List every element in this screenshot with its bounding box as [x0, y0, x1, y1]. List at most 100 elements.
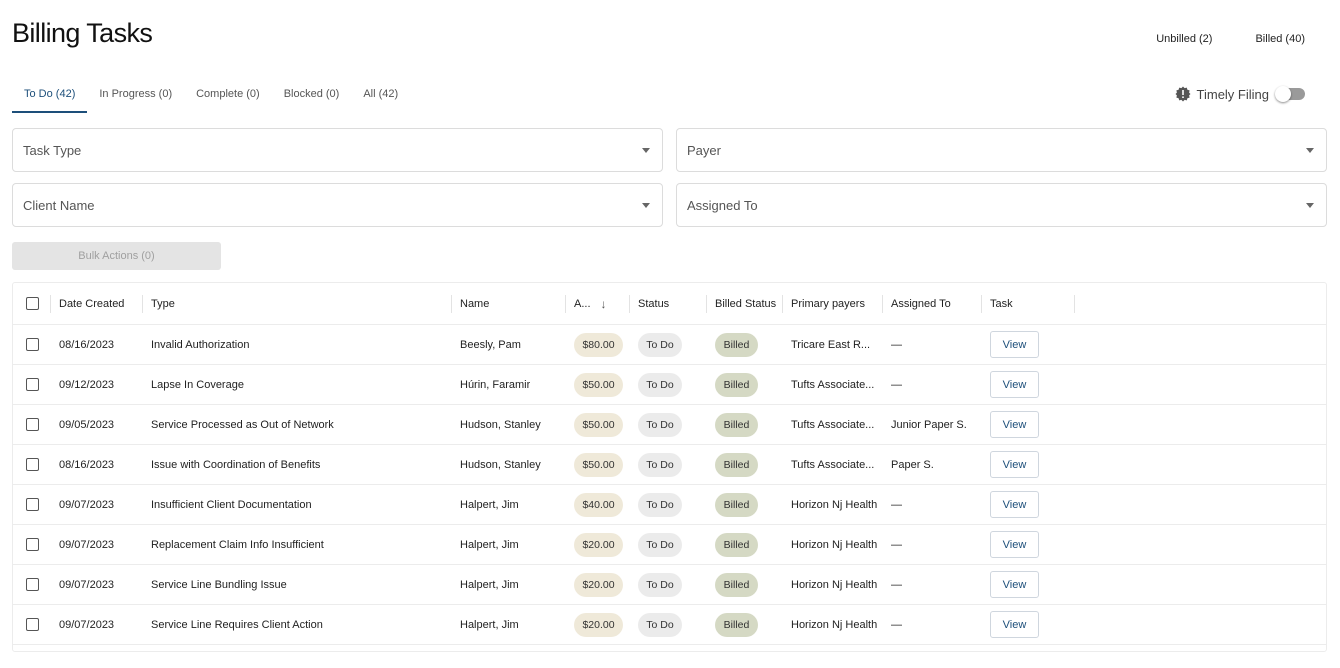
- table-row[interactable]: 09/12/2023 Lapse In Coverage Húrin, Fara…: [13, 365, 1326, 405]
- billed-status-badge: Billed: [715, 492, 758, 517]
- timely-filing: Timely Filing: [1175, 86, 1305, 102]
- billed-status-badge: Billed: [715, 532, 758, 557]
- tab-complete[interactable]: Complete (0): [184, 82, 272, 113]
- bulk-actions-button[interactable]: Bulk Actions (0): [12, 242, 221, 270]
- billing-tasks-table: Date Created Type Name A... ↓ Status Bil…: [12, 282, 1327, 652]
- assigned-to: Junior Paper S.: [891, 418, 967, 431]
- row-checkbox[interactable]: [26, 418, 39, 431]
- client-name: Halpert, Jim: [460, 578, 519, 591]
- table-row[interactable]: 09/05/2023 Service Processed as Out of N…: [13, 405, 1326, 445]
- status-badge: To Do: [638, 372, 682, 397]
- chevron-down-icon: [642, 148, 650, 153]
- view-button[interactable]: View: [990, 491, 1039, 518]
- gear-alert-icon: [1175, 86, 1191, 102]
- task-type: Lapse In Coverage: [151, 378, 244, 391]
- tab-billed[interactable]: Billed (40): [1255, 33, 1305, 45]
- payer-select[interactable]: Payer: [676, 128, 1327, 172]
- table-row[interactable]: 08/16/2023 Invalid Authorization Beesly,…: [13, 325, 1326, 365]
- date-created: 08/16/2023: [59, 458, 115, 471]
- billing-top-tabs: Unbilled (2) Billed (40): [1156, 33, 1305, 45]
- status-tabs: To Do (42) In Progress (0) Complete (0) …: [12, 82, 410, 113]
- column-date-created[interactable]: Date Created: [59, 283, 124, 324]
- assigned-to: —: [891, 498, 902, 511]
- primary-payer: Horizon Nj Health: [791, 578, 878, 591]
- tab-unbilled[interactable]: Unbilled (2): [1156, 33, 1212, 45]
- billed-status-badge: Billed: [715, 612, 758, 637]
- billed-status-badge: Billed: [715, 332, 758, 357]
- status-badge: To Do: [638, 532, 682, 557]
- status-badge: To Do: [638, 492, 682, 517]
- primary-payer: Tricare East R...: [791, 338, 871, 351]
- task-type: Service Processed as Out of Network: [151, 418, 334, 431]
- view-button[interactable]: View: [990, 531, 1039, 558]
- primary-payer: Horizon Nj Health: [791, 498, 878, 511]
- assigned-to-select[interactable]: Assigned To: [676, 183, 1327, 227]
- arrow-down-icon[interactable]: ↓: [601, 297, 607, 311]
- tab-in-progress[interactable]: In Progress (0): [87, 82, 184, 113]
- tab-to-do[interactable]: To Do (42): [12, 82, 88, 113]
- status-badge: To Do: [638, 572, 682, 597]
- tab-all[interactable]: All (42): [351, 82, 410, 113]
- row-checkbox[interactable]: [26, 538, 39, 551]
- view-button[interactable]: View: [990, 411, 1039, 438]
- table-row[interactable]: 09/07/2023 Service Line Bundling Issue H…: [13, 565, 1326, 605]
- task-type: Invalid Authorization: [151, 338, 250, 351]
- amount-badge: $20.00: [574, 572, 623, 597]
- view-button[interactable]: View: [990, 331, 1039, 358]
- client-name-placeholder: Client Name: [23, 197, 95, 213]
- amount-badge: $50.00: [574, 412, 623, 437]
- timely-filing-label: Timely Filing: [1196, 86, 1269, 102]
- row-checkbox[interactable]: [26, 618, 39, 631]
- amount-badge: $80.00: [574, 332, 623, 357]
- billed-status-badge: Billed: [715, 412, 758, 437]
- column-assigned-to[interactable]: Assigned To: [891, 283, 951, 324]
- date-created: 09/07/2023: [59, 578, 115, 591]
- row-checkbox[interactable]: [26, 458, 39, 471]
- date-created: 09/05/2023: [59, 418, 115, 431]
- assigned-to: —: [891, 538, 902, 551]
- client-name: Beesly, Pam: [460, 338, 521, 351]
- client-name: Hudson, Stanley: [460, 458, 541, 471]
- status-badge: To Do: [638, 452, 682, 477]
- row-checkbox[interactable]: [26, 378, 39, 391]
- table-row[interactable]: 09/07/2023 Replacement Claim Info Insuff…: [13, 525, 1326, 565]
- view-button[interactable]: View: [990, 611, 1039, 638]
- primary-payer: Horizon Nj Health: [791, 538, 878, 551]
- task-type: Service Line Requires Client Action: [151, 618, 323, 631]
- table-header: Date Created Type Name A... ↓ Status Bil…: [13, 283, 1326, 325]
- tab-blocked[interactable]: Blocked (0): [272, 82, 352, 113]
- view-button[interactable]: View: [990, 571, 1039, 598]
- column-status[interactable]: Status: [638, 283, 669, 324]
- date-created: 08/16/2023: [59, 338, 115, 351]
- row-checkbox[interactable]: [26, 338, 39, 351]
- column-name[interactable]: Name: [460, 283, 489, 324]
- select-all-checkbox[interactable]: [26, 297, 39, 310]
- table-row[interactable]: 08/16/2023 Issue with Coordination of Be…: [13, 445, 1326, 485]
- table-row[interactable]: 09/07/2023 Service Line Requires Client …: [13, 605, 1326, 645]
- row-checkbox[interactable]: [26, 498, 39, 511]
- task-type: Service Line Bundling Issue: [151, 578, 287, 591]
- billed-status-badge: Billed: [715, 372, 758, 397]
- billed-status-badge: Billed: [715, 452, 758, 477]
- view-button[interactable]: View: [990, 451, 1039, 478]
- column-primary-payers[interactable]: Primary payers: [791, 283, 865, 324]
- amount-badge: $20.00: [574, 612, 623, 637]
- assigned-to: —: [891, 378, 902, 391]
- view-button[interactable]: View: [990, 371, 1039, 398]
- task-type-select[interactable]: Task Type: [12, 128, 663, 172]
- date-created: 09/07/2023: [59, 538, 115, 551]
- status-badge: To Do: [638, 332, 682, 357]
- assigned-to-placeholder: Assigned To: [687, 197, 758, 213]
- primary-payer: Tufts Associate...: [791, 378, 875, 391]
- column-task[interactable]: Task: [990, 283, 1013, 324]
- timely-filing-toggle[interactable]: [1275, 86, 1305, 102]
- column-type[interactable]: Type: [151, 283, 175, 324]
- primary-payer: Tufts Associate...: [791, 458, 875, 471]
- table-row[interactable]: 09/07/2023 Insufficient Client Documenta…: [13, 485, 1326, 525]
- primary-payer: Tufts Associate...: [791, 418, 875, 431]
- row-checkbox[interactable]: [26, 578, 39, 591]
- payer-placeholder: Payer: [687, 142, 721, 158]
- client-name-select[interactable]: Client Name: [12, 183, 663, 227]
- column-billed-status[interactable]: Billed Status: [715, 283, 776, 324]
- column-amount[interactable]: A... ↓: [574, 283, 607, 324]
